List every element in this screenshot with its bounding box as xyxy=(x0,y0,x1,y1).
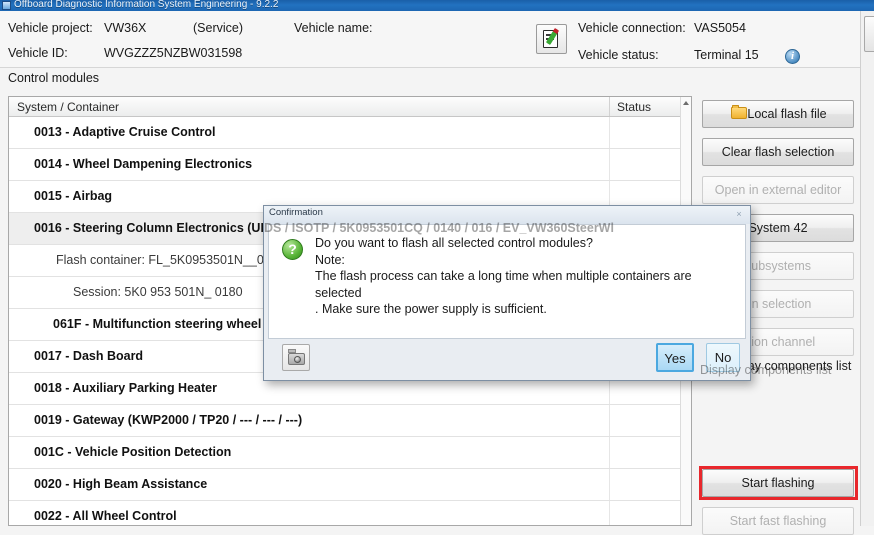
dialog-titlebar: Confirmation × xyxy=(264,206,750,224)
vehicle-project-value: VW36X xyxy=(104,21,147,35)
row-cell-divider xyxy=(609,437,610,468)
table-row-label: 0015 - Airbag xyxy=(34,189,113,203)
vehicle-connection-label: Vehicle connection: xyxy=(578,21,686,35)
vehicle-connection-value: VAS5054 xyxy=(694,21,746,35)
vehicle-id-value: WVGZZZ5NZBW031598 xyxy=(104,46,243,60)
row-cell-divider xyxy=(609,405,610,436)
right-edge-strip xyxy=(860,11,874,526)
table-row-label: 001C - Vehicle Position Detection xyxy=(34,445,232,459)
row-cell-divider xyxy=(609,117,610,148)
table-row-label: 0022 - All Wheel Control xyxy=(34,509,177,523)
table-header: System / Container Status xyxy=(9,97,691,117)
table-row[interactable]: 0022 - All Wheel Control xyxy=(9,501,681,525)
table-row[interactable]: 0014 - Wheel Dampening Electronics xyxy=(9,149,681,181)
table-row[interactable]: 001C - Vehicle Position Detection xyxy=(9,437,681,469)
camera-body-icon xyxy=(288,353,305,365)
row-cell-divider xyxy=(609,501,610,525)
table-row-label: 0020 - High Beam Assistance xyxy=(34,477,208,491)
table-row-label: Session: 5K0 953 501N_ 0180 xyxy=(73,285,243,299)
dialog-message: Do you want to flash all selected contro… xyxy=(315,236,692,316)
edit-pencil-icon-button[interactable] xyxy=(536,24,567,54)
vehicle-project-label: Vehicle project: xyxy=(8,21,93,35)
control-modules-label: Control modules xyxy=(8,71,100,85)
vehicle-status-value: Terminal 15 xyxy=(694,48,759,62)
close-icon[interactable]: × xyxy=(734,209,744,219)
dialog-footer: Yes No xyxy=(268,339,746,377)
camera-icon-button[interactable] xyxy=(282,344,310,371)
start-flashing-button[interactable]: Start flashing xyxy=(702,469,854,497)
table-row-label: 0019 - Gateway (KWP2000 / TP20 / --- / -… xyxy=(34,413,303,427)
dialog-body: Do you want to flash all selected contro… xyxy=(268,224,746,339)
start-fast-flashing-button[interactable]: Start fast flashing xyxy=(702,507,854,535)
clear-flash-selection-button[interactable]: Clear flash selection xyxy=(702,138,854,166)
table-row-label: Flash container: FL_5K0953501N__01... xyxy=(56,253,282,267)
open-in-external-editor-button[interactable]: Open in external editor xyxy=(702,176,854,204)
row-cell-divider xyxy=(609,149,610,180)
dialog-title: Confirmation xyxy=(269,207,323,218)
column-header-status[interactable]: Status xyxy=(617,100,651,114)
yes-button[interactable]: Yes xyxy=(656,343,694,372)
table-row[interactable]: 0019 - Gateway (KWP2000 / TP20 / --- / -… xyxy=(9,405,681,437)
folder-icon xyxy=(731,105,747,119)
app-icon xyxy=(2,1,11,10)
vehicle-id-label: Vehicle ID: xyxy=(8,46,68,60)
column-header-system[interactable]: System / Container xyxy=(17,100,119,114)
table-row[interactable]: 0020 - High Beam Assistance xyxy=(9,469,681,501)
local-flash-file-button[interactable]: Local flash file xyxy=(702,100,854,128)
confirmation-dialog: Confirmation × Do you want to flash all … xyxy=(263,205,751,381)
vehicle-name-label: Vehicle name: xyxy=(294,21,373,35)
table-row-label: 0014 - Wheel Dampening Electronics xyxy=(34,157,253,171)
bleed-text-right: Display components list xyxy=(700,363,832,377)
right-edge-button[interactable] xyxy=(864,16,874,52)
local-flash-file-label: Local flash file xyxy=(747,107,827,121)
table-row[interactable]: 0013 - Adaptive Cruise Control xyxy=(9,117,681,149)
application-window: Offboard Diagnostic Information System E… xyxy=(0,0,874,535)
vehicle-info-header: Vehicle project: VW36X (Service) Vehicle… xyxy=(0,11,874,68)
table-row-label: 0013 - Adaptive Cruise Control xyxy=(34,125,216,139)
table-row-label: 0018 - Auxiliary Parking Heater xyxy=(34,381,217,395)
vehicle-project-service: (Service) xyxy=(193,21,244,35)
window-title: Offboard Diagnostic Information System E… xyxy=(14,0,279,10)
info-icon[interactable] xyxy=(785,49,800,64)
table-row-label: 0017 - Dash Board xyxy=(34,349,144,363)
question-icon xyxy=(282,239,303,260)
column-divider[interactable] xyxy=(609,97,610,116)
window-titlebar: Offboard Diagnostic Information System E… xyxy=(0,0,874,11)
table-row-label: 061F - Multifunction steering wheel co..… xyxy=(53,317,290,331)
vehicle-status-label: Vehicle status: xyxy=(578,48,659,62)
row-cell-divider xyxy=(609,469,610,500)
scroll-up-arrow-icon[interactable] xyxy=(683,101,689,105)
